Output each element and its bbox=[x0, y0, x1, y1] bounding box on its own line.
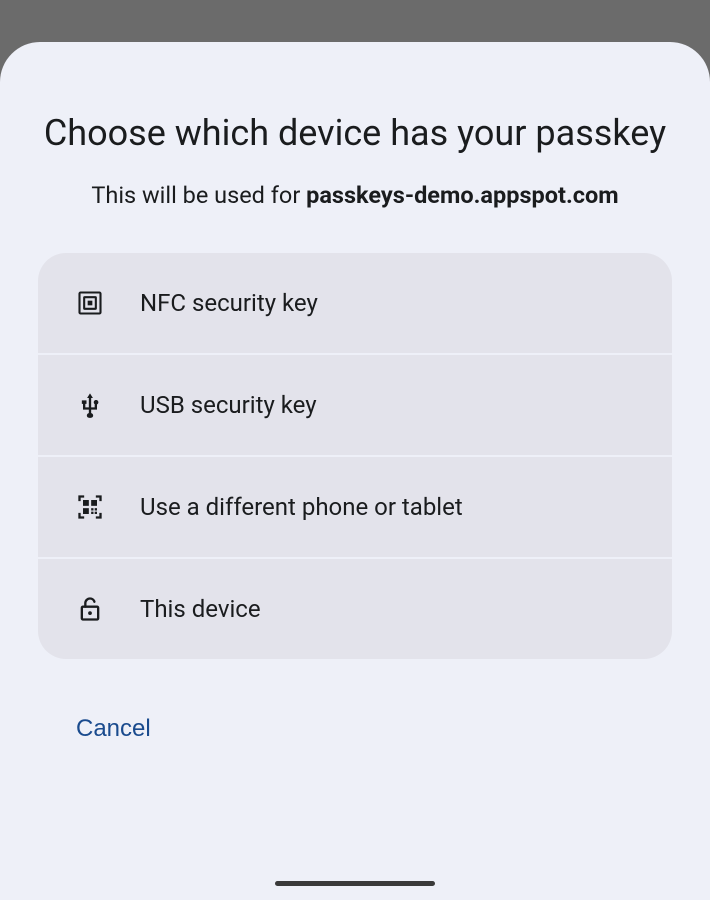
option-this-device[interactable]: This device bbox=[38, 559, 672, 659]
option-label: Use a different phone or tablet bbox=[140, 493, 463, 521]
home-indicator[interactable] bbox=[275, 881, 435, 886]
option-label: USB security key bbox=[140, 391, 317, 419]
cancel-button[interactable]: Cancel bbox=[76, 707, 151, 751]
passkey-device-chooser-sheet: Choose which device has your passkey Thi… bbox=[0, 42, 710, 900]
subtitle-domain: passkeys-demo.appspot.com bbox=[306, 181, 619, 209]
option-nfc-security-key[interactable]: NFC security key bbox=[38, 253, 672, 355]
lock-open-icon bbox=[76, 595, 104, 623]
sheet-footer: Cancel bbox=[38, 707, 672, 751]
subtitle-prefix: This will be used for bbox=[91, 181, 306, 209]
sheet-subtitle: This will be used for passkeys-demo.apps… bbox=[38, 181, 672, 209]
nfc-icon bbox=[76, 289, 104, 317]
usb-icon bbox=[76, 391, 104, 419]
qr-icon bbox=[76, 493, 104, 521]
option-different-phone-tablet[interactable]: Use a different phone or tablet bbox=[38, 457, 672, 559]
option-label: NFC security key bbox=[140, 289, 318, 317]
option-label: This device bbox=[140, 595, 261, 623]
sheet-title: Choose which device has your passkey bbox=[38, 110, 672, 157]
device-options-list: NFC security key USB security key bbox=[38, 253, 672, 659]
option-usb-security-key[interactable]: USB security key bbox=[38, 355, 672, 457]
